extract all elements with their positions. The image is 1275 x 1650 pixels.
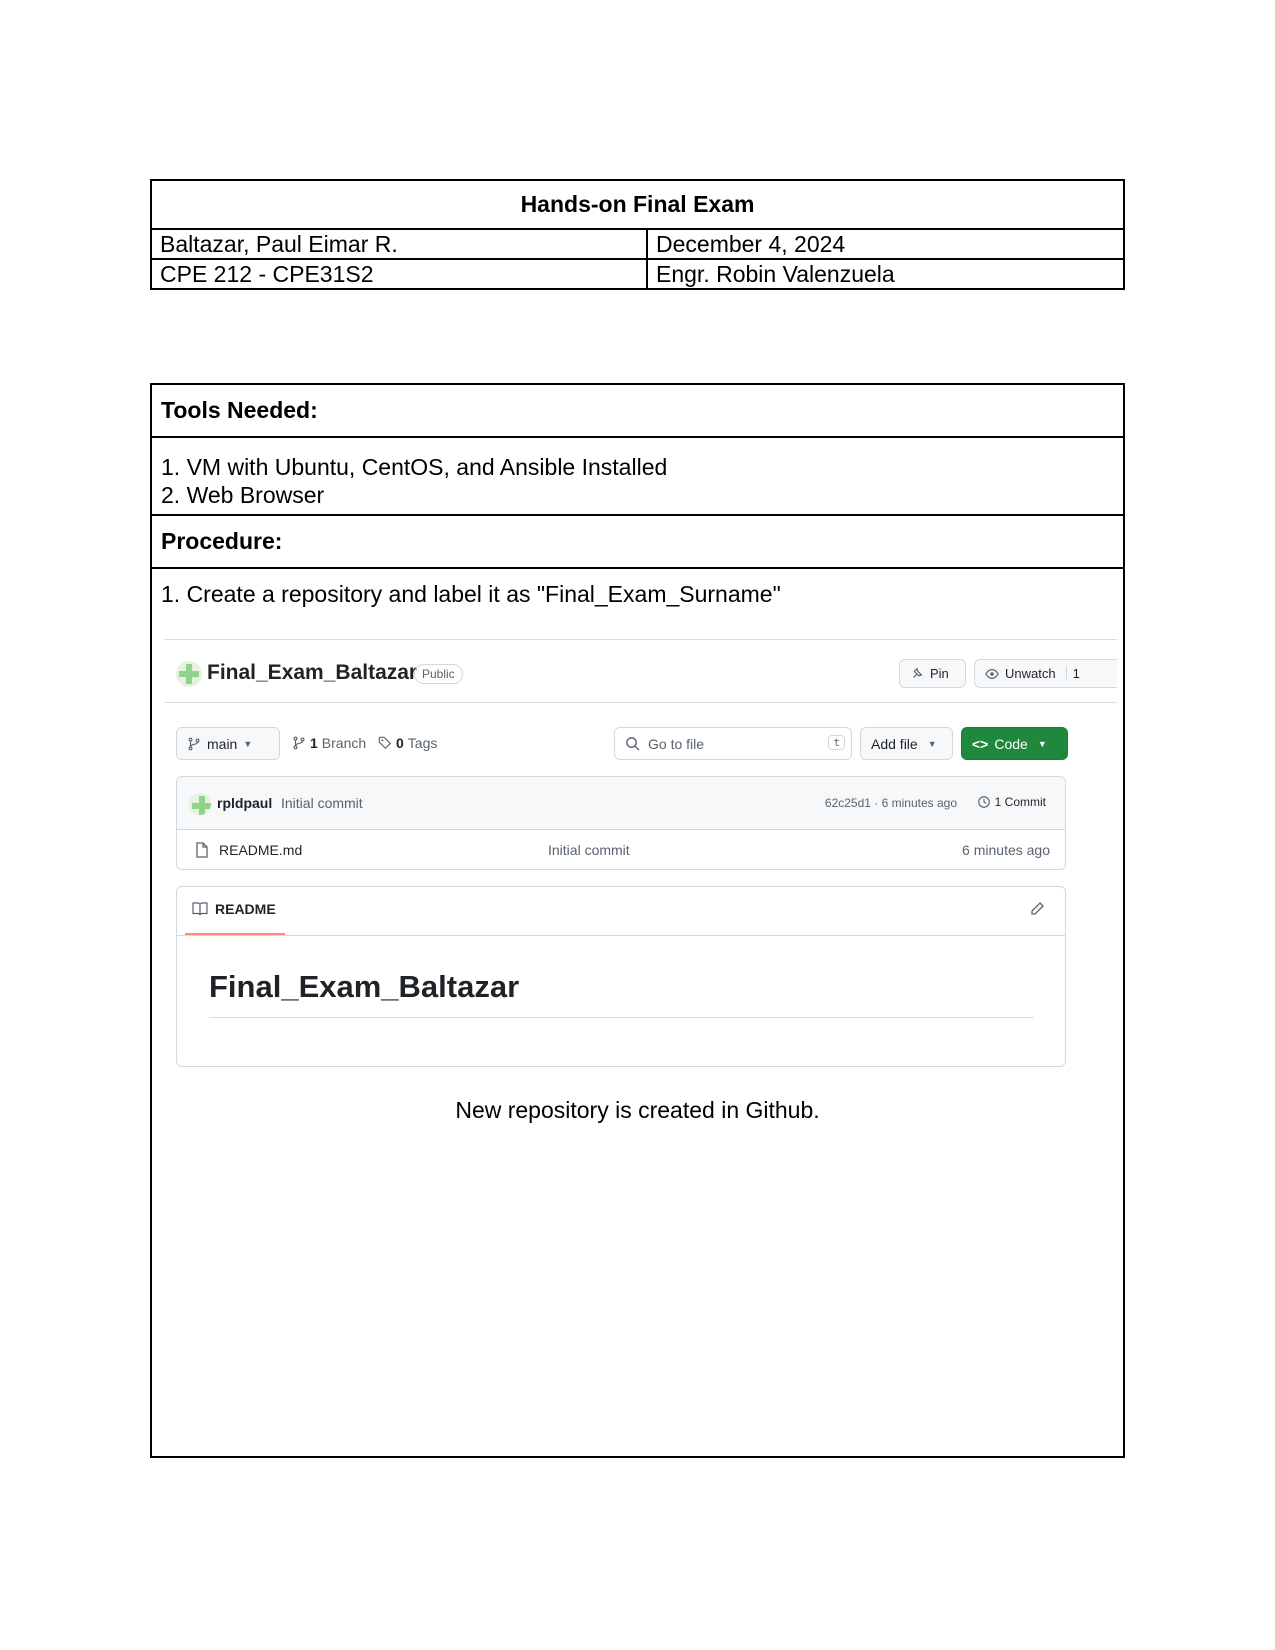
- chevron-down-icon: ▼: [243, 738, 253, 749]
- divider: [209, 1017, 1034, 1018]
- file-icon: [196, 842, 208, 858]
- repo-header: Final_Exam_Baltazar Public Pin Unwatch 1: [164, 659, 1117, 691]
- code-button[interactable]: <> Code ▼: [961, 727, 1068, 760]
- commit-author[interactable]: rpldpaul: [217, 795, 272, 811]
- branch-count: 1: [310, 735, 318, 751]
- tools-list: 1. VM with Ubuntu, CentOS, and Ansible I…: [152, 438, 1123, 516]
- course-section: CPE 212 - CPE31S2: [152, 260, 648, 288]
- code-icon: <>: [972, 735, 989, 752]
- file-name[interactable]: README.md: [219, 842, 302, 858]
- repo-name[interactable]: Final_Exam_Baltazar: [207, 661, 417, 685]
- procedure-table: Tools Needed: 1. VM with Ubuntu, CentOS,…: [150, 383, 1125, 1458]
- procedure-heading: Procedure:: [152, 516, 1123, 569]
- branch-icon: [188, 737, 200, 750]
- commits-link[interactable]: 1 Commit: [977, 795, 1046, 809]
- tools-item: 1. VM with Ubuntu, CentOS, and Ansible I…: [161, 454, 668, 480]
- instructor-name: Engr. Robin Valenzuela: [656, 261, 895, 287]
- tools-item: 2. Web Browser: [161, 482, 325, 508]
- file-browser: rpldpaul Initial commit 62c25d1 · 6 minu…: [176, 776, 1066, 870]
- file-commit-message[interactable]: Initial commit: [548, 842, 630, 858]
- tag-label: Tags: [407, 735, 438, 751]
- branch-selector[interactable]: main ▼: [176, 727, 280, 760]
- unwatch-button[interactable]: Unwatch 1: [974, 659, 1117, 688]
- chevron-down-icon: ▼: [927, 738, 937, 749]
- header-table: Hands-on Final Exam Baltazar, Paul Eimar…: [150, 179, 1125, 290]
- eye-icon: [985, 668, 999, 679]
- branches-link[interactable]: 1 Branch: [292, 735, 366, 751]
- committer-avatar[interactable]: [189, 793, 211, 815]
- commit-hash-time[interactable]: 62c25d1 · 6 minutes ago: [825, 796, 957, 810]
- commit-count: 1 Commit: [994, 795, 1046, 809]
- student-name: Baltazar, Paul Eimar R.: [152, 230, 648, 258]
- tools-heading: Tools Needed:: [152, 385, 1123, 438]
- add-file-label: Add file: [871, 735, 918, 752]
- pin-label: Pin: [930, 666, 949, 681]
- pencil-icon[interactable]: [1029, 901, 1045, 917]
- step-1-text: 1. Create a repository and label it as "…: [161, 581, 781, 607]
- go-to-file-input[interactable]: Go to file t: [614, 727, 852, 760]
- history-icon: [977, 796, 990, 808]
- chevron-down-icon: ▼: [1037, 738, 1047, 749]
- active-tab-indicator: [185, 933, 285, 935]
- search-icon: [626, 737, 640, 751]
- readme-heading: Final_Exam_Baltazar: [209, 969, 520, 1004]
- shortcut-key: t: [828, 735, 845, 750]
- divider: [164, 702, 1117, 703]
- tag-count: 0: [396, 735, 404, 751]
- figure-caption: New repository is created in Github.: [455, 1097, 820, 1123]
- pin-button[interactable]: Pin: [899, 659, 966, 688]
- readme-panel: README Final_Exam_Baltazar: [176, 886, 1066, 1067]
- add-file-button[interactable]: Add file ▼: [860, 727, 953, 760]
- visibility-badge: Public: [414, 664, 463, 684]
- file-row[interactable]: README.md Initial commit 6 minutes ago: [177, 830, 1065, 869]
- search-placeholder: Go to file: [648, 735, 705, 752]
- document-title: Hands-on Final Exam: [152, 181, 1123, 230]
- owner-avatar[interactable]: [176, 661, 202, 687]
- tag-icon: [378, 736, 392, 750]
- github-screenshot: Final_Exam_Baltazar Public Pin Unwatch 1…: [164, 639, 1117, 1094]
- divider: [164, 639, 1117, 640]
- latest-commit-bar: rpldpaul Initial commit 62c25d1 · 6 minu…: [177, 777, 1065, 830]
- readme-tab-label: README: [215, 901, 276, 917]
- procedure-body: 1. Create a repository and label it as "…: [152, 569, 1123, 1460]
- header-row: Baltazar, Paul Eimar R. December 4, 2024: [152, 230, 1123, 260]
- branch-icon: [293, 736, 305, 750]
- branch-name: main: [207, 735, 238, 752]
- file-commit-time: 6 minutes ago: [962, 842, 1050, 858]
- watch-count: 1: [1065, 666, 1080, 681]
- code-label: Code: [994, 735, 1028, 752]
- pin-icon: [913, 667, 923, 678]
- commit-message[interactable]: Initial commit: [281, 795, 363, 811]
- unwatch-label: Unwatch: [1005, 666, 1056, 681]
- tags-link[interactable]: 0 Tags: [378, 735, 437, 751]
- book-icon: [192, 902, 208, 916]
- header-row: CPE 212 - CPE31S2 Engr. Robin Valenzuela: [152, 260, 1123, 288]
- repo-toolbar: main ▼ 1 Branch 0 Tags Go to file t Add …: [164, 727, 1117, 761]
- exam-date: December 4, 2024: [656, 231, 846, 257]
- branch-label: Branch: [321, 735, 367, 751]
- tab-readme[interactable]: README: [192, 901, 276, 917]
- readme-tabbar: README: [177, 887, 1065, 936]
